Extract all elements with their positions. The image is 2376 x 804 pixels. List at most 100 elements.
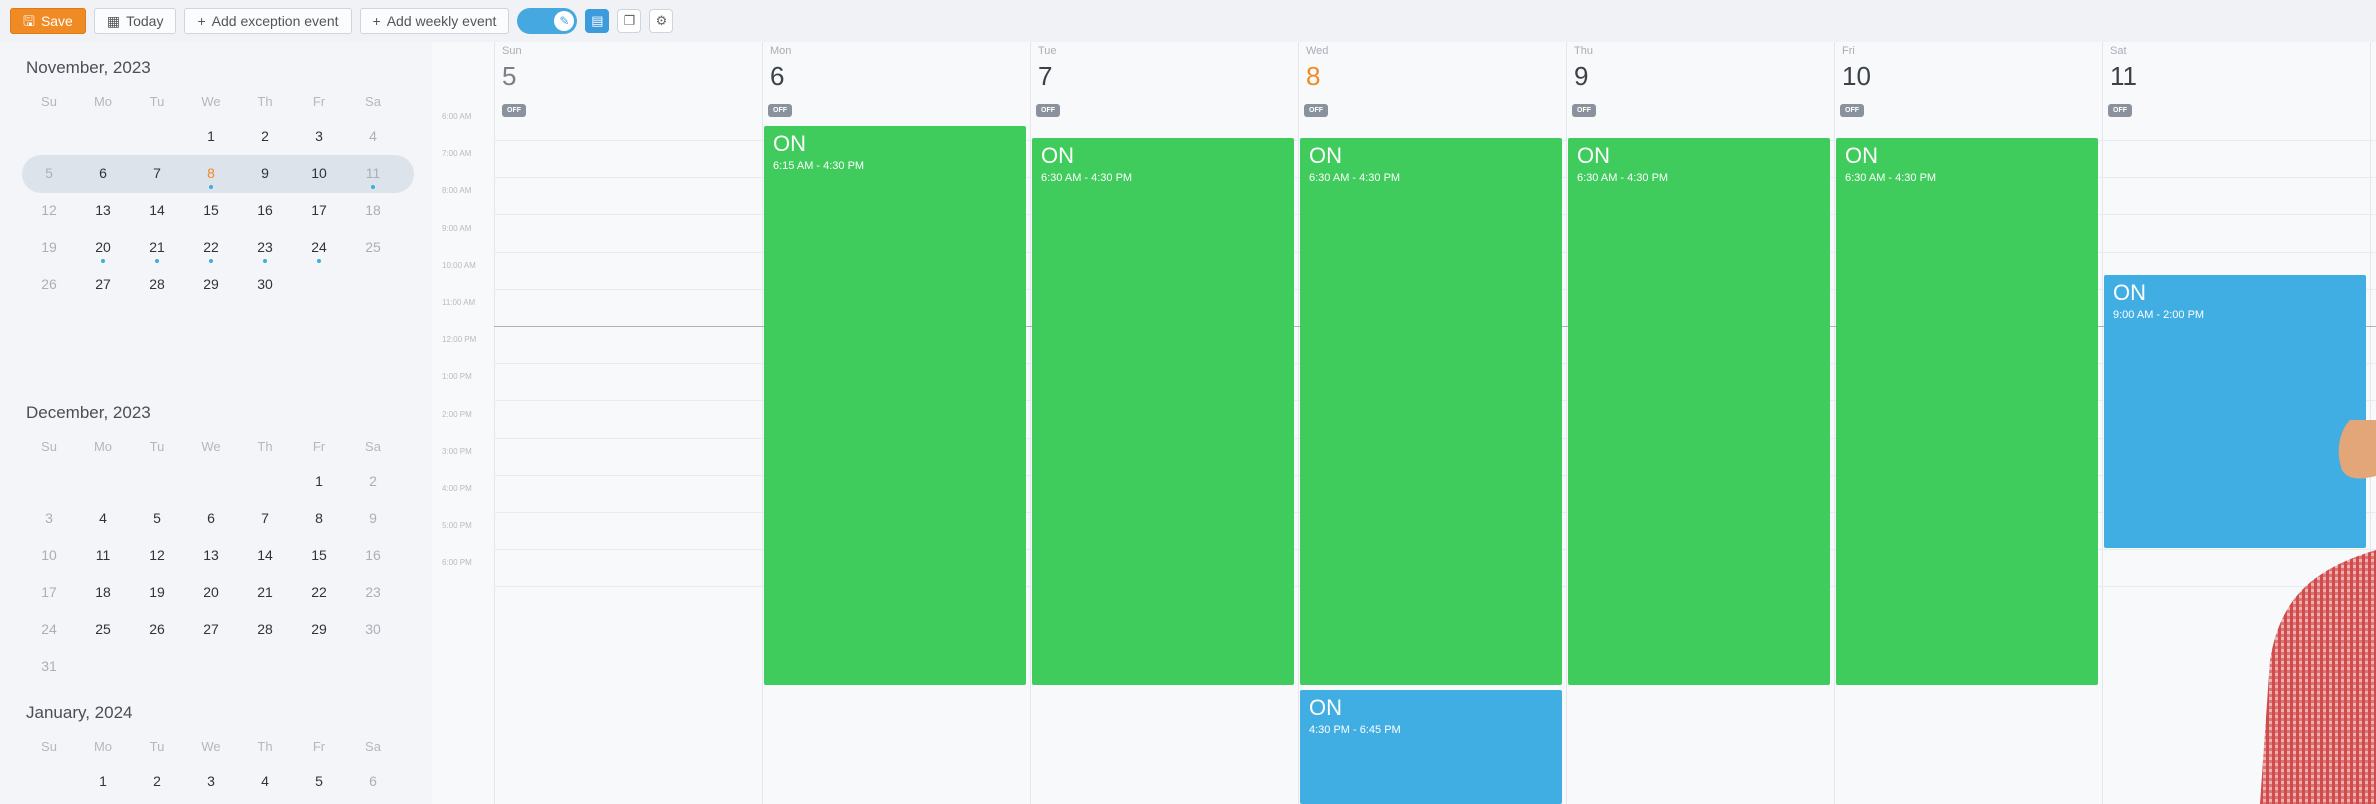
calendar-day[interactable]: 19 [22, 239, 76, 255]
day-header[interactable]: Sun 5 [494, 42, 762, 100]
calendar-view-button[interactable]: ▤ [585, 9, 610, 33]
off-badge[interactable]: OFF [2108, 104, 2132, 117]
calendar-day[interactable]: 17 [292, 202, 346, 218]
day-header[interactable]: Wed 8 [1298, 42, 1566, 100]
calendar-day[interactable]: 11 [346, 165, 400, 189]
calendar-day[interactable]: 4 [238, 773, 292, 789]
calendar-day[interactable]: 1 [76, 773, 130, 789]
calendar-day[interactable]: 3 [184, 773, 238, 789]
calendar-day[interactable]: 4 [76, 510, 130, 526]
calendar-day[interactable]: 5 [22, 165, 76, 181]
calendar-day[interactable]: 2 [130, 773, 184, 789]
calendar-day[interactable]: 6 [76, 165, 130, 181]
calendar-day[interactable]: 18 [76, 584, 130, 600]
schedule-event[interactable]: ON 6:30 AM - 4:30 PM [1300, 138, 1562, 685]
day-name: Fri [1842, 45, 1855, 57]
settings-button[interactable]: ⚙ [649, 9, 674, 33]
day-header[interactable]: Tue 7 [1030, 42, 1298, 100]
calendar-day[interactable]: 28 [238, 621, 292, 637]
calendar-day[interactable]: 13 [184, 547, 238, 563]
add-weekly-event-button[interactable]: + Add weekly event [359, 8, 510, 34]
calendar-day[interactable]: 21 [238, 584, 292, 600]
calendar-day[interactable]: 14 [238, 547, 292, 563]
calendar-day[interactable]: 13 [76, 202, 130, 218]
off-badge[interactable]: OFF [768, 104, 792, 117]
calendar-day[interactable]: 12 [130, 547, 184, 563]
calendar-day[interactable]: 24 [22, 621, 76, 637]
schedule-event[interactable]: ON 6:15 AM - 4:30 PM [764, 126, 1026, 685]
day-header[interactable]: Fri 10 [1834, 42, 2102, 100]
calendar-day[interactable]: 12 [22, 202, 76, 218]
calendar-day[interactable]: 23 [346, 584, 400, 600]
calendar-day[interactable]: 25 [346, 239, 400, 255]
calendar-day[interactable]: 29 [292, 621, 346, 637]
calendar-day[interactable]: 18 [346, 202, 400, 218]
edit-mode-toggle[interactable]: ✎ [517, 8, 578, 34]
calendar-day[interactable]: 21 [130, 239, 184, 263]
calendar-day[interactable]: 6 [346, 773, 400, 789]
calendar-day[interactable]: 1 [292, 473, 346, 489]
calendar-day[interactable]: 4 [346, 128, 400, 144]
calendar-day[interactable]: 16 [346, 547, 400, 563]
calendar-day[interactable]: 15 [184, 202, 238, 218]
calendar-day[interactable]: 8 [292, 510, 346, 526]
off-badge[interactable]: OFF [1036, 104, 1060, 117]
calendar-day[interactable]: 9 [346, 510, 400, 526]
off-badge[interactable]: OFF [1572, 104, 1596, 117]
calendar-day[interactable]: 9 [238, 165, 292, 181]
calendar-day[interactable]: 29 [184, 276, 238, 292]
calendar-day[interactable]: 2 [346, 473, 400, 489]
weekday-header: Fr [312, 739, 326, 754]
off-badge[interactable]: OFF [1304, 104, 1328, 117]
off-badge[interactable]: OFF [502, 104, 526, 117]
calendar-day[interactable]: 5 [292, 773, 346, 789]
calendar-day[interactable]: 6 [184, 510, 238, 526]
calendar-day[interactable]: 3 [22, 510, 76, 526]
calendar-day[interactable]: 15 [292, 547, 346, 563]
calendar-day[interactable]: 3 [292, 128, 346, 144]
calendar-day[interactable]: 7 [130, 165, 184, 181]
schedule-event[interactable]: ON 6:30 AM - 4:30 PM [1568, 138, 1830, 685]
calendar-day[interactable]: 24 [292, 239, 346, 263]
calendar-day[interactable]: 5 [130, 510, 184, 526]
calendar-day[interactable]: 8 [184, 165, 238, 189]
calendar-day[interactable]: 23 [238, 239, 292, 263]
calendar-day[interactable]: 1 [184, 128, 238, 144]
day-name: Sun [502, 45, 522, 57]
copy-button[interactable]: ❐ [617, 9, 642, 33]
add-exception-event-button[interactable]: + Add exception event [184, 8, 352, 34]
day-header[interactable]: Mon 6 [762, 42, 1030, 100]
today-button[interactable]: ▦ Today [93, 8, 177, 34]
calendar-day[interactable]: 25 [76, 621, 130, 637]
calendar-day[interactable]: 10 [292, 165, 346, 181]
calendar-day[interactable]: 22 [292, 584, 346, 600]
calendar-day[interactable]: 17 [22, 584, 76, 600]
schedule-event[interactable]: ON 6:30 AM - 4:30 PM [1032, 138, 1294, 685]
calendar-day[interactable]: 22 [184, 239, 238, 263]
pencil-icon: ✎ [554, 11, 575, 31]
calendar-day[interactable]: 30 [346, 621, 400, 637]
day-header[interactable]: Sat 11 [2102, 42, 2370, 100]
calendar-day[interactable]: 26 [130, 621, 184, 637]
off-badge[interactable]: OFF [1840, 104, 1864, 117]
calendar-day[interactable]: 30 [238, 276, 292, 292]
calendar-day[interactable]: 26 [22, 276, 76, 292]
save-button[interactable]: 🖫 Save [10, 8, 86, 34]
calendar-day[interactable]: 19 [130, 584, 184, 600]
schedule-event[interactable]: ON 4:30 PM - 6:45 PM [1300, 690, 1562, 804]
calendar-day[interactable]: 14 [130, 202, 184, 218]
calendar-day-number: 15 [311, 547, 327, 563]
day-header[interactable]: Thu 9 [1566, 42, 1834, 100]
calendar-day[interactable]: 7 [238, 510, 292, 526]
calendar-day[interactable]: 28 [130, 276, 184, 292]
calendar-day[interactable]: 31 [22, 658, 76, 674]
calendar-day[interactable]: 27 [184, 621, 238, 637]
calendar-day[interactable]: 20 [76, 239, 130, 263]
calendar-day[interactable]: 20 [184, 584, 238, 600]
calendar-day[interactable]: 16 [238, 202, 292, 218]
calendar-day[interactable]: 27 [76, 276, 130, 292]
calendar-day[interactable]: 10 [22, 547, 76, 563]
schedule-event[interactable]: ON 6:30 AM - 4:30 PM [1836, 138, 2098, 685]
calendar-day[interactable]: 11 [76, 547, 130, 563]
calendar-day[interactable]: 2 [238, 128, 292, 144]
